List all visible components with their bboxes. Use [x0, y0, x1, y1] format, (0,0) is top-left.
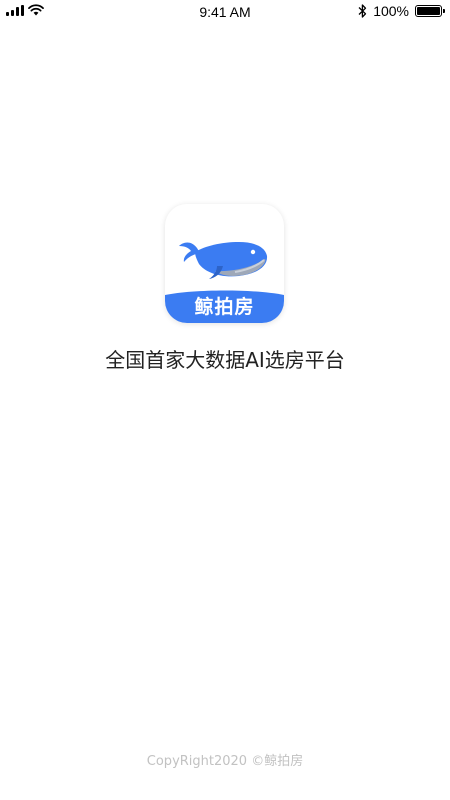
battery-percentage: 100%	[373, 3, 409, 19]
splash-screen: 9:41 AM 100% 鲸拍房 全国首家大数据AI选房平台 CopyRight…	[0, 0, 450, 800]
bluetooth-icon	[358, 4, 367, 18]
status-bar: 9:41 AM 100%	[0, 0, 450, 24]
app-icon: 鲸拍房	[165, 204, 284, 323]
tagline: 全国首家大数据AI选房平台	[105, 348, 345, 372]
app-name-label: 鲸拍房	[194, 296, 255, 318]
copyright-footer: CopyRight2020 ©鲸拍房	[146, 754, 304, 769]
battery-fill	[417, 7, 440, 15]
battery-icon	[415, 5, 445, 17]
status-right: 100%	[358, 3, 445, 19]
whale-icon	[179, 242, 268, 279]
